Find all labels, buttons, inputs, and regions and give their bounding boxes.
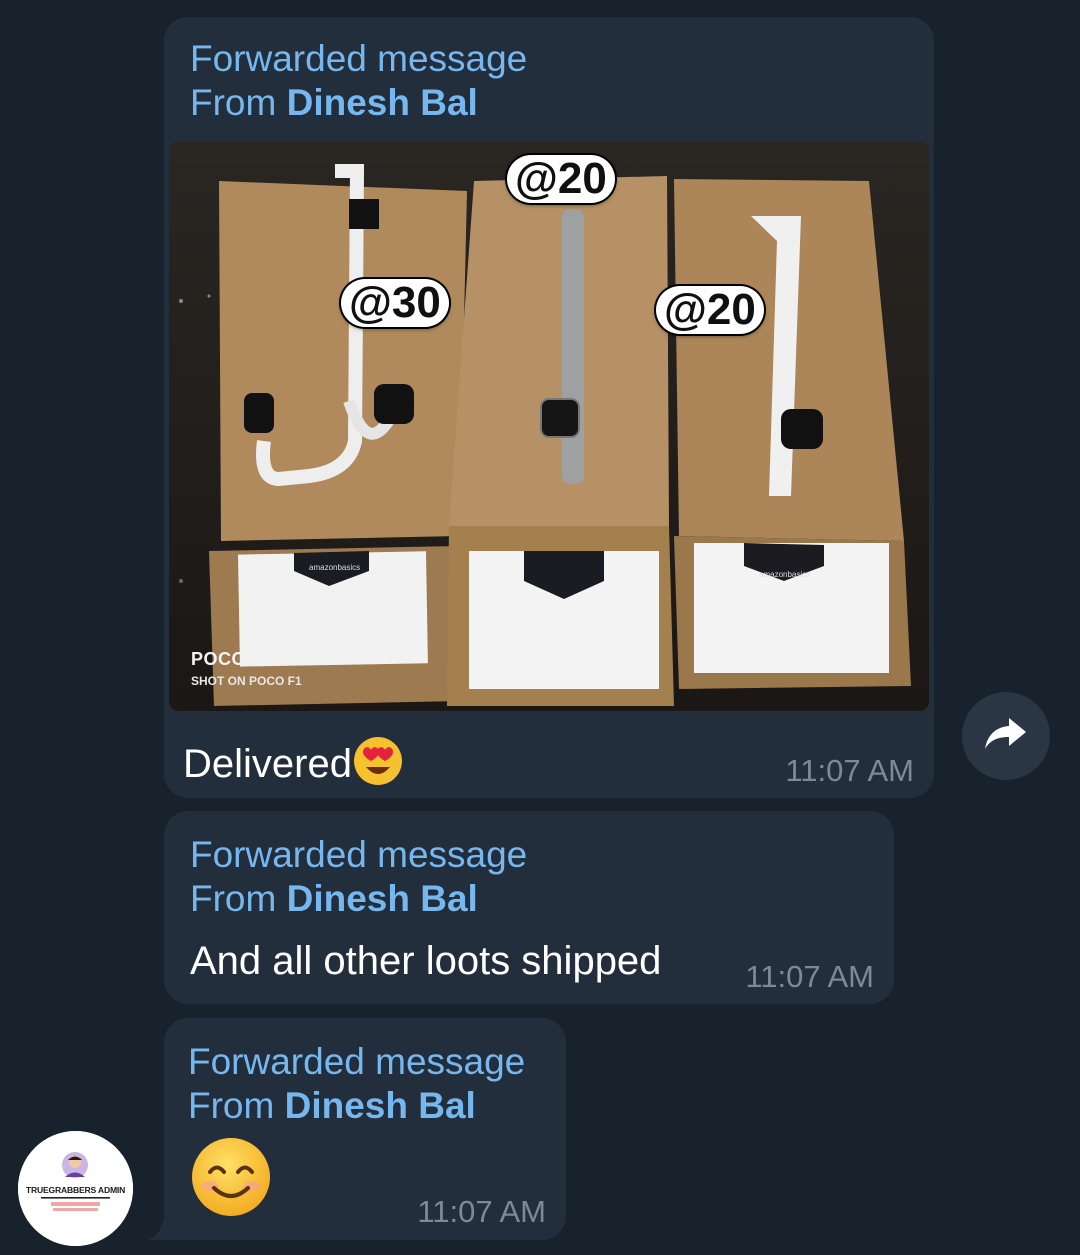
photo-image: amazonbasics amazonbasics [169,141,929,711]
forward-header: Forwarded message From Dinesh Bal [190,833,527,921]
from-prefix: From [190,878,287,919]
avatar-label: TRUEGRABBERS ADMIN [25,1185,126,1195]
from-name[interactable]: Dinesh Bal [287,82,478,123]
message-bubble[interactable]: Forwarded message From Dinesh Bal amazon… [164,17,934,798]
message-text: Delivered [183,741,352,786]
heart-eyes-emoji-icon [352,735,404,792]
message-caption: Delivered [183,735,404,792]
message-bubble[interactable]: Forwarded message From Dinesh Bal 11:07 … [164,1018,566,1240]
message-time: 11:07 AM [745,959,874,994]
watermark-caption: SHOT ON POCO F1 [191,674,302,688]
share-button[interactable] [962,692,1050,780]
price-tag: @20 [507,155,615,203]
message-time: 11:07 AM [785,753,914,788]
forward-label: Forwarded message [188,1041,526,1082]
svg-text:amazonbasics: amazonbasics [309,563,360,572]
avatar[interactable]: TRUEGRABBERS ADMIN [18,1131,133,1246]
message-time: 11:07 AM [417,1194,546,1229]
forward-from[interactable]: From Dinesh Bal [190,81,527,125]
from-prefix: From [188,1085,285,1126]
bubble-tail [148,1216,172,1240]
smiling-emoji-icon [190,1136,272,1223]
share-arrow-icon [983,714,1029,759]
from-name[interactable]: Dinesh Bal [287,878,478,919]
watermark-brand: POCO [191,649,247,669]
forward-label: Forwarded message [190,38,528,79]
forward-header: Forwarded message From Dinesh Bal [188,1040,525,1128]
svg-text:amazonbasics: amazonbasics [759,570,810,579]
price-tag: @30 [341,279,449,327]
forward-from[interactable]: From Dinesh Bal [188,1084,525,1128]
from-name[interactable]: Dinesh Bal [285,1085,476,1126]
photo-attachment[interactable]: amazonbasics amazonbasics @20 @30 @20 PO… [169,141,929,711]
forward-from[interactable]: From Dinesh Bal [190,877,527,921]
chat-area: Forwarded message From Dinesh Bal amazon… [0,0,1080,1255]
from-prefix: From [190,82,287,123]
price-tag: @20 [656,286,764,334]
message-text: And all other loots shipped [190,939,662,983]
forward-header: Forwarded message From Dinesh Bal [190,37,527,125]
message-bubble[interactable]: Forwarded message From Dinesh Bal And al… [164,811,894,1004]
forward-label: Forwarded message [190,834,528,875]
